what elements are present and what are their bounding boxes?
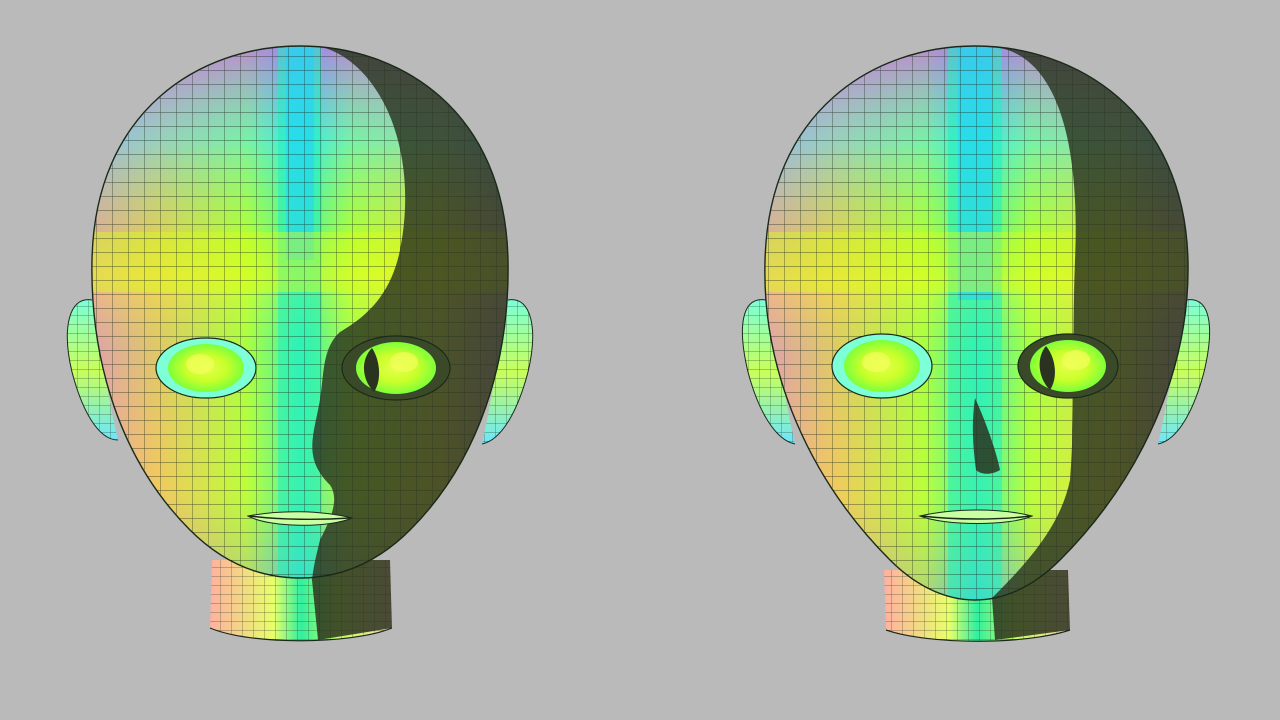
render-scene (66, 45, 1211, 642)
face-surface-right (764, 46, 1189, 600)
eye-right-head-left (341, 335, 451, 401)
eye-right-head-right (1017, 333, 1119, 399)
viewport-canvas (0, 0, 1280, 720)
head-model-right (741, 45, 1211, 642)
head-model-left (66, 45, 534, 642)
eye-left-head-left (155, 337, 257, 399)
eye-left-head-right (831, 333, 933, 399)
